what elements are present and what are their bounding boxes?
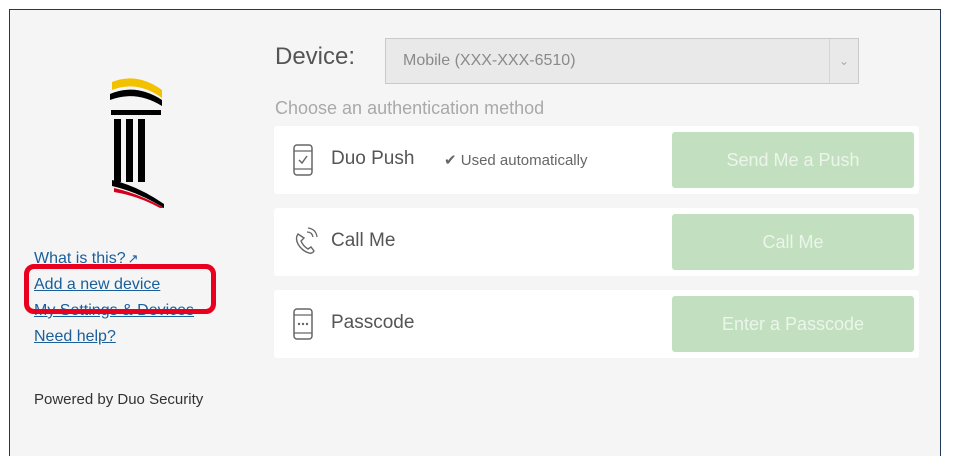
device-select[interactable]: Mobile (XXX-XXX-6510) ⌄ bbox=[385, 38, 859, 84]
duo-prompt-frame: What is this? ↗ Add a new device My Setti… bbox=[9, 9, 941, 456]
sidebar-links: What is this? ↗ Add a new device My Setti… bbox=[34, 251, 194, 355]
my-settings-devices-link[interactable]: My Settings & Devices bbox=[34, 303, 194, 319]
send-push-button[interactable]: Send Me a Push bbox=[672, 132, 914, 188]
device-select-value: Mobile (XXX-XXX-6510) bbox=[403, 52, 576, 69]
used-automatically-note: ✔ Used automatically bbox=[444, 151, 587, 169]
what-is-this-label: What is this? bbox=[34, 250, 126, 267]
institution-logo bbox=[110, 78, 164, 208]
passcode-device-icon bbox=[293, 308, 313, 340]
method-label: Duo Push bbox=[331, 148, 415, 169]
enter-passcode-button[interactable]: Enter a Passcode bbox=[672, 296, 914, 352]
add-new-device-link[interactable]: Add a new device bbox=[34, 277, 194, 293]
external-link-icon: ↗ bbox=[127, 251, 139, 266]
smartphone-check-icon bbox=[293, 144, 313, 176]
powered-by-text: Powered by Duo Security bbox=[34, 391, 204, 408]
used-automatically-text: Used automatically bbox=[460, 152, 588, 169]
method-label: Call Me bbox=[331, 230, 396, 251]
call-me-button[interactable]: Call Me bbox=[672, 214, 914, 270]
choose-method-heading: Choose an authentication method bbox=[275, 98, 545, 118]
phone-call-icon bbox=[295, 227, 318, 254]
method-row-duo-push: Duo Push ✔ Used automatically Send Me a … bbox=[274, 126, 919, 194]
what-is-this-link[interactable]: What is this? ↗ bbox=[34, 251, 194, 267]
method-row-passcode: Passcode Enter a Passcode bbox=[274, 290, 919, 358]
checkmark-icon: ✔ bbox=[444, 152, 457, 169]
need-help-link[interactable]: Need help? bbox=[34, 329, 194, 345]
device-label: Device: bbox=[275, 43, 356, 70]
method-label: Passcode bbox=[331, 312, 415, 333]
method-row-call-me: Call Me Call Me bbox=[274, 208, 919, 276]
chevron-down-icon[interactable]: ⌄ bbox=[829, 39, 858, 83]
